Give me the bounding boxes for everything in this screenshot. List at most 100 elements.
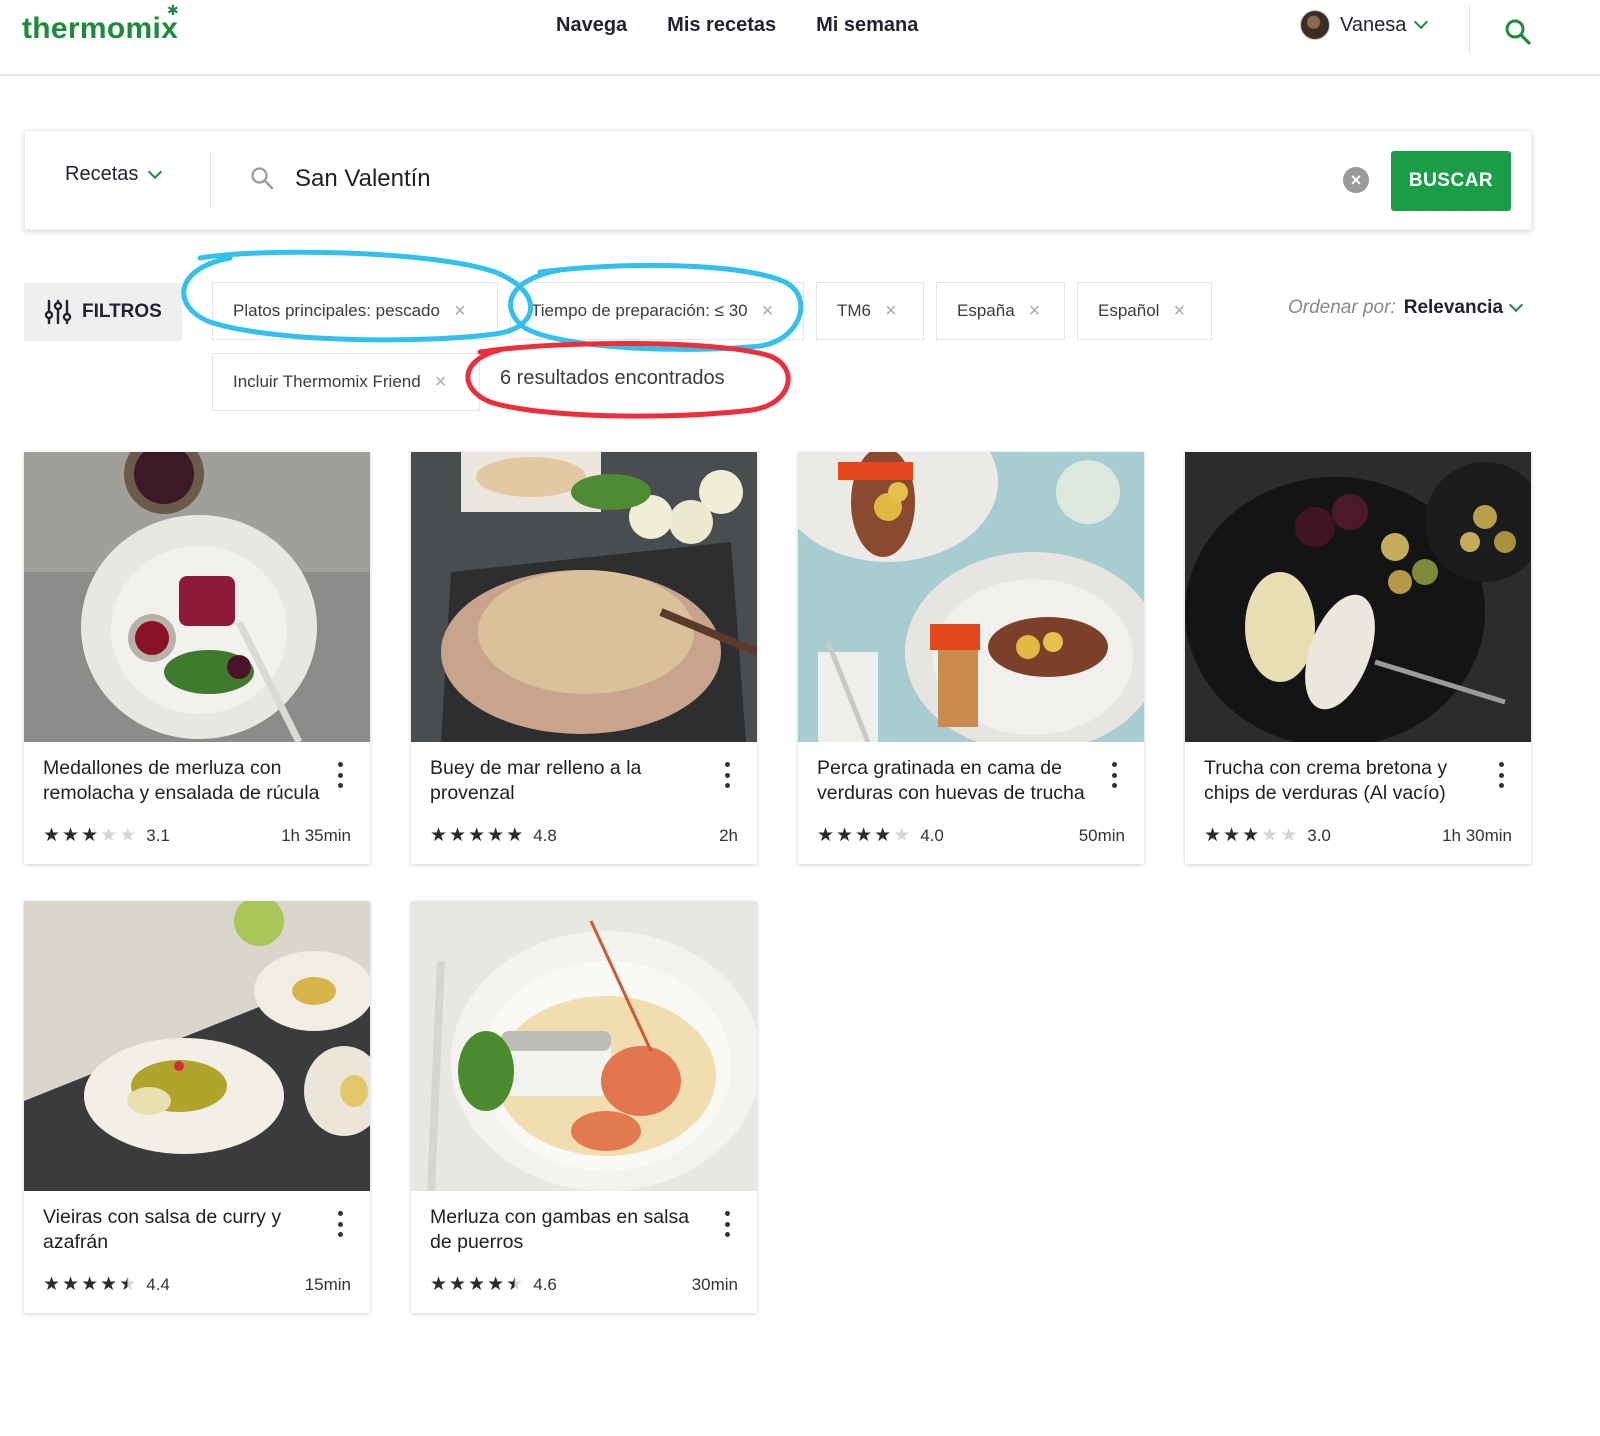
search-bar: Recetas × BUSCAR	[24, 130, 1532, 230]
filter-chip-label: Incluir Thermomix Friend	[233, 372, 421, 391]
recipe-time: 15min	[304, 1274, 351, 1294]
recipe-title[interactable]: Buey de mar relleno a la provenzal	[430, 756, 710, 806]
filter-chip-tm6[interactable]: TM6 ×	[816, 282, 924, 340]
more-options-icon[interactable]	[721, 1211, 733, 1237]
sort-dropdown[interactable]: Ordenar por: Relevancia	[1288, 297, 1524, 319]
nav-mis-recetas[interactable]: Mis recetas	[667, 14, 776, 37]
recipe-card[interactable]: Vieiras con salsa de curry y azafrán ★ ★ ★…	[24, 901, 370, 1313]
recipe-meta: ★ ★ ★ ★ ★ 4.8 2h	[430, 824, 738, 847]
close-icon[interactable]: ×	[435, 372, 447, 392]
recipe-meta: ★ ★ ★ ★ ★ 3.0 1h 30min	[1204, 824, 1512, 847]
search-icon	[251, 167, 274, 190]
rating-value: 4.8	[533, 825, 557, 845]
recipe-time: 50min	[1078, 825, 1125, 845]
filters-label: FILTROS	[82, 301, 162, 322]
more-options-icon[interactable]	[1108, 762, 1120, 788]
search-scope-dropdown[interactable]: Recetas	[65, 163, 163, 186]
filters-button[interactable]: FILTROS	[24, 283, 182, 341]
recipe-card[interactable]: Perca gratinada en cama de verduras con …	[798, 452, 1144, 864]
search-divider	[210, 151, 211, 209]
star-icon: ★	[62, 1274, 80, 1295]
star-icon: ★	[1204, 825, 1222, 846]
header-divider	[1469, 6, 1470, 54]
thermomix-logo[interactable]: thermomix ✱	[22, 2, 179, 46]
star-icon: ★	[855, 825, 873, 846]
filter-chip-espanol[interactable]: Español ×	[1077, 282, 1212, 340]
filter-chip-label: Platos principales: pescado	[233, 301, 440, 320]
recipe-card[interactable]: Trucha con crema bretona y chips de verd…	[1185, 452, 1531, 864]
close-icon[interactable]: ×	[1173, 301, 1185, 321]
recipe-image[interactable]	[1185, 452, 1531, 742]
filter-chip-label: Español	[1098, 301, 1160, 320]
close-icon[interactable]: ×	[1029, 301, 1041, 321]
rating-stars: ★ ★ ★ ★ ★	[817, 824, 910, 847]
recipe-image[interactable]	[24, 901, 370, 1191]
logo-text: thermomix	[22, 12, 179, 45]
more-options-icon[interactable]	[334, 1211, 346, 1237]
search-icon[interactable]	[1502, 16, 1534, 48]
top-header: thermomix ✱ Navega Mis recetas Mi semana…	[0, 0, 1600, 76]
star-icon: ★	[119, 1274, 137, 1295]
recipe-image[interactable]	[798, 452, 1144, 742]
chevron-down-icon	[1414, 14, 1429, 30]
recipe-title[interactable]: Trucha con crema bretona y chips de verd…	[1204, 756, 1484, 806]
recipe-image[interactable]	[24, 452, 370, 742]
rating-value: 4.0	[920, 825, 944, 845]
close-icon[interactable]: ×	[762, 301, 774, 321]
logo-sprout-icon: ✱	[167, 2, 180, 18]
star-icon: ★	[506, 1274, 524, 1295]
recipe-image[interactable]	[411, 452, 757, 742]
star-icon: ★	[100, 825, 118, 846]
star-icon: ★	[62, 825, 80, 846]
recipe-card[interactable]: Medallones de merluza con remolacha y en…	[24, 452, 370, 864]
star-icon: ★	[430, 825, 448, 846]
recipe-card[interactable]: Buey de mar relleno a la provenzal ★ ★ ★ ★ ★…	[411, 452, 757, 864]
nav-navega[interactable]: Navega	[556, 14, 627, 37]
filter-chip-tiempo[interactable]: Tiempo de preparación: ≤ 30 ×	[510, 282, 804, 340]
sliders-icon	[44, 299, 72, 325]
filter-chip-platos[interactable]: Platos principales: pescado ×	[212, 282, 498, 340]
search-input[interactable]	[295, 161, 1295, 197]
sort-label: Ordenar por:	[1288, 297, 1396, 318]
star-icon: ★	[893, 825, 911, 846]
filter-chip-espana[interactable]: España ×	[936, 282, 1065, 340]
recipe-title[interactable]: Vieiras con salsa de curry y azafrán	[43, 1205, 323, 1255]
rating-value: 4.6	[533, 1274, 557, 1294]
clear-icon[interactable]: ×	[1343, 167, 1369, 193]
more-options-icon[interactable]	[334, 762, 346, 788]
recipe-title[interactable]: Perca gratinada en cama de verduras con …	[817, 756, 1097, 806]
recipe-meta: ★ ★ ★ ★ ★ 3.1 1h 35min	[43, 824, 351, 847]
more-options-icon[interactable]	[721, 762, 733, 788]
star-icon: ★	[1223, 825, 1241, 846]
recipe-card[interactable]: Merluza con gambas en salsa de puerros ★…	[411, 901, 757, 1313]
star-icon: ★	[1242, 825, 1260, 846]
rating-stars: ★ ★ ★ ★ ★	[43, 824, 136, 847]
recipe-title[interactable]: Merluza con gambas en salsa de puerros	[430, 1205, 710, 1255]
buscar-button[interactable]: BUSCAR	[1391, 151, 1511, 211]
star-icon: ★	[43, 825, 61, 846]
filter-chip-thermomix-friend[interactable]: Incluir Thermomix Friend ×	[212, 353, 480, 411]
star-icon: ★	[81, 825, 99, 846]
star-icon: ★	[487, 825, 505, 846]
nav-mi-semana[interactable]: Mi semana	[816, 14, 918, 37]
recipe-title[interactable]: Medallones de merluza con remolacha y en…	[43, 756, 323, 806]
results-count: 6 resultados encontrados	[500, 367, 725, 389]
recipe-meta: ★ ★ ★ ★ ★ 4.4 15min	[43, 1273, 351, 1296]
star-icon: ★	[449, 1274, 467, 1295]
close-icon[interactable]: ×	[454, 301, 466, 321]
main-nav: Navega Mis recetas Mi semana	[556, 14, 918, 37]
more-options-icon[interactable]	[1495, 762, 1507, 788]
filter-chip-label: España	[957, 301, 1015, 320]
chevron-down-icon	[148, 164, 163, 179]
sort-value: Relevancia	[1403, 297, 1504, 318]
star-icon: ★	[1261, 825, 1279, 846]
star-icon: ★	[468, 1274, 486, 1295]
filter-chip-label: TM6	[837, 301, 871, 320]
user-menu[interactable]: Vanesa	[1300, 10, 1429, 40]
star-icon: ★	[817, 825, 835, 846]
rating-stars: ★ ★ ★ ★ ★	[430, 1273, 523, 1296]
star-icon: ★	[430, 1274, 448, 1295]
close-icon[interactable]: ×	[885, 301, 897, 321]
star-icon: ★	[836, 825, 854, 846]
recipe-image[interactable]	[411, 901, 757, 1191]
